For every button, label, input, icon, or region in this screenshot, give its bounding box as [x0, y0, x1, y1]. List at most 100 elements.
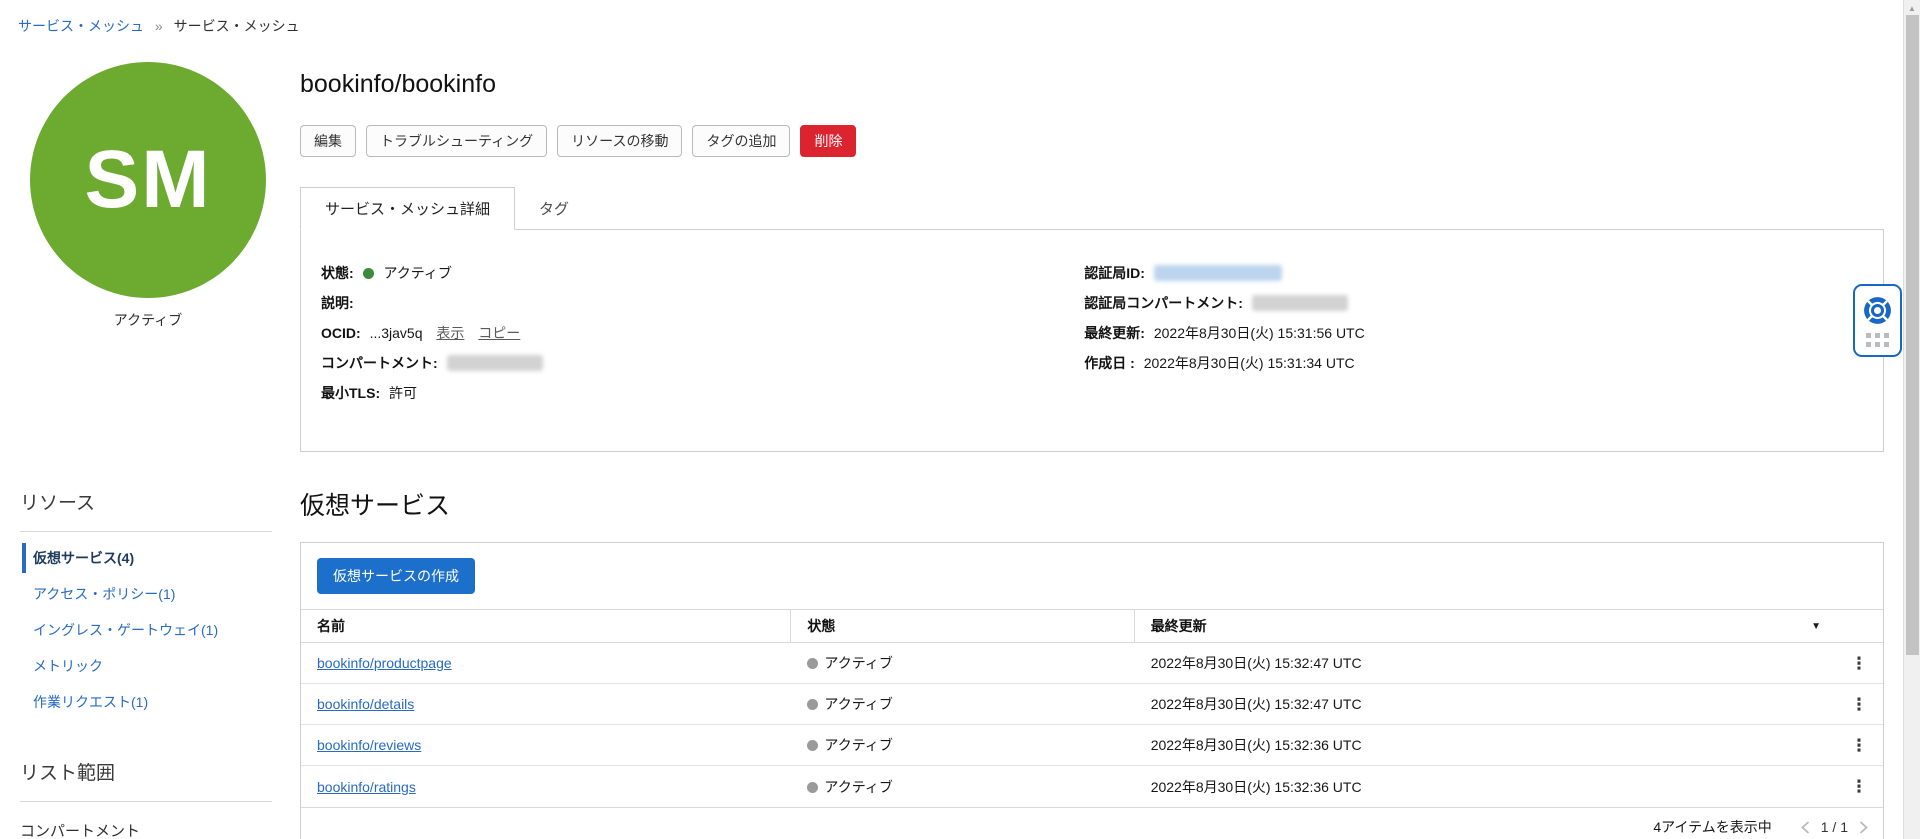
table-row: bookinfo/reviews アクティブ 2022年8月30日(火) 15:… — [301, 725, 1883, 766]
last-updated-label: 最終更新: — [1084, 325, 1145, 341]
virtual-service-link[interactable]: bookinfo/details — [317, 696, 414, 712]
items-count-text: 4アイテムを表示中 — [1653, 819, 1772, 835]
breadcrumb-link-service-mesh[interactable]: サービス・メッシュ — [18, 18, 144, 34]
table-row: bookinfo/productpage アクティブ 2022年8月30日(火)… — [301, 643, 1883, 684]
avatar-initials: SM — [84, 134, 212, 225]
sidebar-divider — [20, 531, 272, 532]
breadcrumb-current: サービス・メッシュ — [173, 18, 300, 34]
row-status-dot-icon — [807, 781, 819, 793]
column-header-name[interactable]: 名前 — [301, 610, 792, 642]
row-kebab-menu-icon[interactable]: ⋮ — [1851, 778, 1868, 795]
redacted-ca-compartment-value — [1251, 295, 1348, 311]
pagination: 1 / 1 — [1800, 819, 1869, 835]
virtual-service-link[interactable]: bookinfo/ratings — [317, 779, 416, 795]
row-updated: 2022年8月30日(火) 15:32:36 UTC — [1150, 778, 1362, 795]
ocid-show-link[interactable]: 表示 — [436, 325, 464, 341]
tab-service-mesh-details[interactable]: サービス・メッシュ詳細 — [300, 187, 516, 230]
page-indicator: 1 / 1 — [1820, 819, 1848, 835]
delete-button[interactable]: 削除 — [800, 125, 857, 157]
min-tls-row: 最小TLS: 許可 — [321, 384, 1084, 403]
pagination-prev-icon[interactable] — [1800, 820, 1811, 835]
page-title: bookinfo/bookinfo — [300, 70, 496, 98]
status-active-dot-icon — [362, 268, 374, 279]
description-label: 説明: — [321, 295, 354, 311]
column-header-updated[interactable]: 最終更新 ▼ — [1135, 610, 1835, 642]
sidebar-item-virtual-services[interactable]: 仮想サービス(4) — [20, 540, 300, 576]
main-content: bookinfo/bookinfo 編集 トラブルシューティング リソースの移動… — [300, 36, 1920, 839]
row-status: アクティブ — [824, 737, 893, 753]
drag-handle-dots[interactable] — [1866, 332, 1889, 347]
life-preserver-icon — [1864, 296, 1891, 324]
action-button-row: 編集 トラブルシューティング リソースの移動 タグの追加 削除 — [300, 125, 1884, 157]
row-updated: 2022年8月30日(火) 15:32:36 UTC — [1150, 737, 1362, 753]
row-status-dot-icon — [807, 699, 819, 710]
row-status: アクティブ — [824, 655, 893, 671]
description-row: 説明: — [321, 294, 1084, 313]
row-status: アクティブ — [824, 778, 893, 795]
status-value: アクティブ — [383, 265, 452, 281]
sidebar-item-work-requests[interactable]: 作業リクエスト(1) — [20, 684, 300, 720]
compartment-row: コンパートメント: — [321, 354, 1084, 373]
virtual-services-title: 仮想サービス — [300, 492, 451, 520]
details-right-column: 認証局ID: 認証局コンパートメント: 最終更新: 2022年8月30日(火) … — [1084, 264, 1863, 431]
min-tls-label: 最小TLS: — [321, 385, 381, 401]
virtual-service-link[interactable]: bookinfo/reviews — [317, 737, 421, 753]
redacted-compartment-value — [446, 355, 543, 371]
column-header-updated-label: 最終更新 — [1150, 618, 1207, 634]
compartment-detail-label: コンパートメント: — [321, 355, 438, 371]
ocid-row: OCID: ...3jav5q 表示 コピー — [321, 324, 1084, 343]
move-resource-button[interactable]: リソースの移動 — [557, 125, 683, 157]
row-updated: 2022年8月30日(火) 15:32:47 UTC — [1150, 696, 1362, 712]
table-body: bookinfo/productpage アクティブ 2022年8月30日(火)… — [301, 643, 1883, 807]
create-virtual-service-button[interactable]: 仮想サービスの作成 — [317, 558, 475, 594]
redacted-ca-id-value — [1153, 265, 1282, 281]
created-value: 2022年8月30日(火) 15:31:34 UTC — [1143, 355, 1355, 371]
created-label: 作成日 : — [1084, 355, 1135, 371]
help-widget[interactable] — [1853, 284, 1902, 357]
column-header-status[interactable]: 状態 — [791, 610, 1135, 642]
ocid-copy-link[interactable]: コピー — [478, 325, 520, 341]
tab-tags[interactable]: タグ — [515, 188, 593, 229]
ca-compartment-row: 認証局コンパートメント: — [1084, 294, 1863, 313]
breadcrumb-separator: » — [154, 18, 163, 34]
column-header-actions — [1835, 610, 1883, 642]
last-updated-value: 2022年8月30日(火) 15:31:56 UTC — [1153, 325, 1365, 341]
details-left-column: 状態: アクティブ 説明: OCID: ...3jav5q 表示 コピー コンパ… — [321, 264, 1084, 431]
resource-avatar: SM — [30, 62, 266, 298]
ca-id-row: 認証局ID: — [1084, 264, 1863, 283]
virtual-service-link[interactable]: bookinfo/productpage — [317, 655, 452, 671]
row-updated: 2022年8月30日(火) 15:32:47 UTC — [1150, 655, 1362, 671]
table-header-row: 名前 状態 最終更新 ▼ — [301, 609, 1883, 643]
ocid-label: OCID: — [321, 325, 361, 341]
ocid-value: ...3jav5q — [369, 325, 423, 341]
pagination-next-icon[interactable] — [1858, 820, 1869, 835]
min-tls-value: 許可 — [389, 385, 417, 401]
virtual-services-panel: 仮想サービスの作成 名前 状態 最終更新 ▼ bookinfo/productp… — [300, 542, 1884, 839]
status-label: 状態: — [321, 265, 354, 281]
sidebar-divider — [20, 801, 272, 802]
scrollbar-thumb[interactable] — [1906, 15, 1919, 655]
sort-descending-icon[interactable]: ▼ — [1811, 621, 1821, 632]
troubleshooting-button[interactable]: トラブルシューティング — [366, 125, 548, 157]
tab-bar: サービス・メッシュ詳細 タグ — [300, 187, 1884, 230]
sidebar-item-ingress-gateways[interactable]: イングレス・ゲートウェイ(1) — [20, 612, 300, 648]
left-sidebar: SM アクティブ リソース 仮想サービス(4) アクセス・ポリシー(1) イング… — [0, 36, 300, 839]
edit-button[interactable]: 編集 — [300, 125, 356, 157]
row-status-dot-icon — [807, 740, 819, 751]
page-scrollbar[interactable]: ▲ — [1903, 0, 1920, 839]
list-scope-section-title: リスト範囲 — [20, 763, 116, 784]
ca-compartment-label: 認証局コンパートメント: — [1084, 295, 1243, 311]
sidebar-item-metrics[interactable]: メトリック — [20, 648, 300, 684]
created-row: 作成日 : 2022年8月30日(火) 15:31:34 UTC — [1084, 354, 1863, 373]
ca-id-label: 認証局ID: — [1084, 265, 1145, 281]
add-tags-button[interactable]: タグの追加 — [692, 125, 791, 157]
details-panel: 状態: アクティブ 説明: OCID: ...3jav5q 表示 コピー コンパ… — [300, 229, 1884, 452]
row-status-dot-icon — [807, 658, 819, 669]
row-kebab-menu-icon[interactable]: ⋮ — [1851, 696, 1868, 713]
scrollbar-up-arrow-icon[interactable]: ▲ — [1904, 0, 1920, 13]
row-kebab-menu-icon[interactable]: ⋮ — [1851, 655, 1868, 672]
row-kebab-menu-icon[interactable]: ⋮ — [1851, 737, 1868, 754]
sidebar-item-access-policies[interactable]: アクセス・ポリシー(1) — [20, 576, 300, 612]
row-status: アクティブ — [824, 696, 893, 712]
avatar-status-caption: アクティブ — [113, 312, 183, 328]
